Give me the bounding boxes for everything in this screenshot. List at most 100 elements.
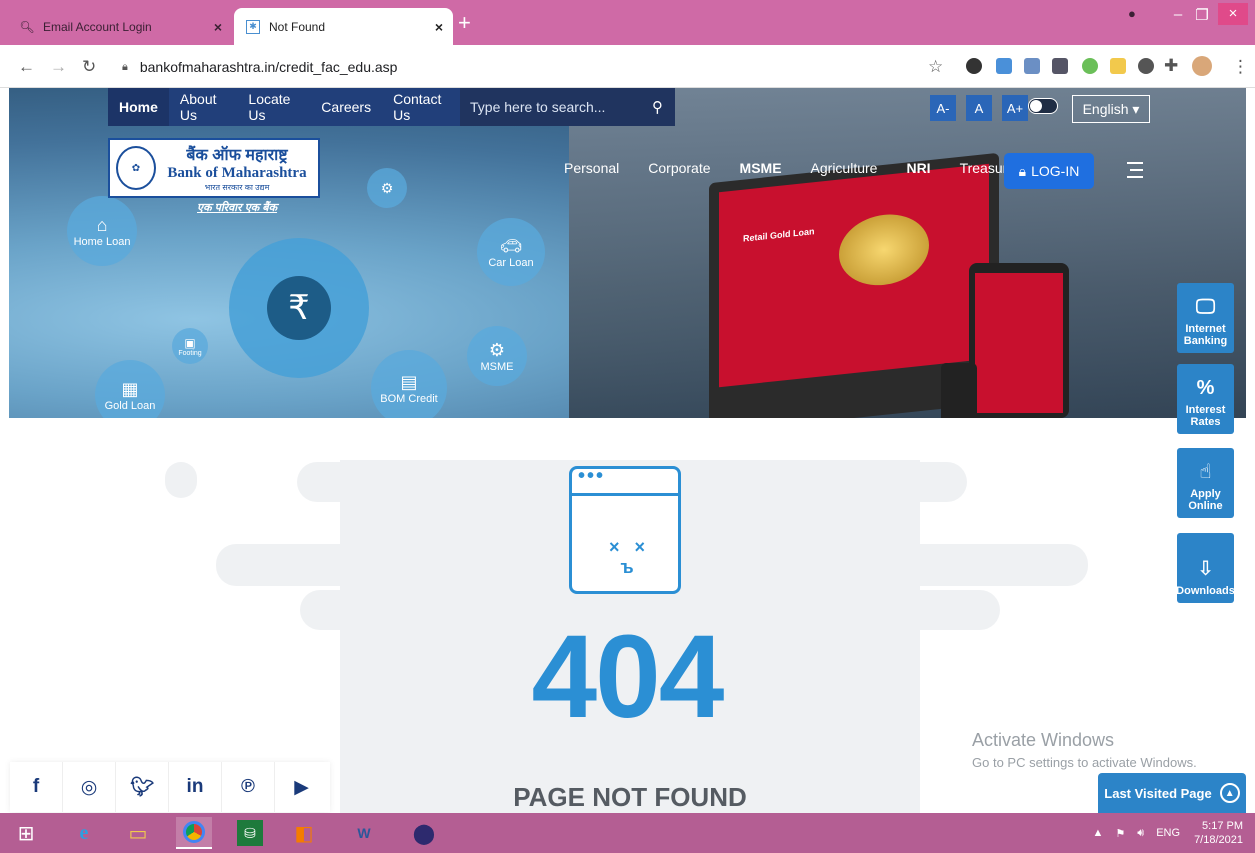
phone-illustration: [941, 363, 977, 418]
file-explorer-icon[interactable]: ▭: [120, 817, 156, 849]
address-bar: ← → ↻ 🔒︎ bankofmaharashtra.in/credit_fac…: [0, 45, 1255, 88]
clock[interactable]: 5:17 PM 7/18/2021: [1194, 819, 1243, 847]
minimize-icon[interactable]: –: [1170, 6, 1186, 23]
last-visited-button[interactable]: Last Visited Page ▲: [1098, 773, 1246, 813]
language-indicator[interactable]: ENG: [1156, 827, 1180, 839]
volume-icon[interactable]: 🔊︎: [1137, 827, 1144, 840]
contrast-toggle[interactable]: [1028, 98, 1058, 114]
language-select[interactable]: English ▾: [1072, 95, 1150, 123]
hero-node-msme[interactable]: ⚙ MSME: [467, 326, 527, 386]
extension-icon[interactable]: [1082, 58, 1098, 74]
tab-strip: 🔍︎ Email Account Login × ✱ Not Found × +…: [0, 0, 1255, 45]
lock-icon: 🔒︎: [1018, 162, 1027, 179]
store-icon[interactable]: ⛁: [237, 820, 263, 846]
menu-icon[interactable]: [1127, 162, 1143, 178]
bank-logo[interactable]: ✿ बैंक ऑफ महाराष्ट्र Bank of Maharashtra…: [108, 138, 320, 198]
nav-contact-us[interactable]: Contact Us: [382, 88, 460, 126]
logo-text: बैंक ऑफ महाराष्ट्र Bank of Maharashtra भ…: [167, 147, 307, 192]
facebook-icon[interactable]: f: [10, 762, 63, 812]
broken-browser-icon: ••• × × ъ: [569, 466, 681, 594]
forward-icon[interactable]: →: [50, 57, 67, 77]
extension-icon[interactable]: [1138, 58, 1154, 74]
font-decrease-button[interactable]: A-: [930, 95, 956, 121]
puzzle-icon[interactable]: ✚: [1164, 56, 1178, 76]
extension-icon[interactable]: [996, 58, 1012, 74]
top-nav: Home About Us Locate Us Careers Contact …: [108, 88, 460, 126]
page-icon: ✱: [246, 19, 260, 34]
pinterest-icon[interactable]: ℗: [222, 762, 275, 812]
star-icon[interactable]: ☆: [928, 57, 943, 77]
tab-not-found[interactable]: ✱ Not Found ×: [234, 8, 453, 45]
font-normal-button[interactable]: A: [966, 95, 992, 121]
close-icon[interactable]: ×: [435, 19, 443, 35]
clock-date: 7/18/2021: [1194, 834, 1243, 846]
tab-email-login[interactable]: 🔍︎ Email Account Login ×: [8, 8, 232, 45]
back-icon[interactable]: ←: [18, 57, 35, 77]
extension-check-icon[interactable]: [966, 58, 982, 74]
gear-icon: ⚙: [488, 339, 506, 360]
search-input[interactable]: Type here to search... ⚲: [460, 88, 675, 126]
hero-node-bom-credit[interactable]: ▤ BOM Credit: [371, 350, 447, 418]
url-text: bankofmaharashtra.in/credit_fac_edu.asp: [139, 59, 398, 75]
extension-icon[interactable]: [1024, 58, 1040, 74]
car-icon: 🚗︎: [499, 235, 523, 256]
font-increase-button[interactable]: A+: [1002, 95, 1028, 121]
chevron-up-icon[interactable]: ▲: [1093, 827, 1104, 839]
browser-dots-icon: •••: [572, 466, 678, 496]
nav-personal[interactable]: Personal: [564, 160, 619, 176]
rupee-icon: ₹: [267, 276, 331, 340]
instagram-icon[interactable]: ◎: [63, 762, 116, 812]
windows-start-icon[interactable]: ⊞: [8, 817, 44, 849]
card-icon: ▤: [400, 371, 418, 392]
close-window-icon[interactable]: ×: [1218, 3, 1248, 25]
gold-icon: ▦: [121, 378, 139, 399]
nav-careers[interactable]: Careers: [310, 88, 382, 126]
youtube-icon[interactable]: ▶: [275, 762, 328, 812]
avatar[interactable]: [1192, 56, 1212, 76]
nav-agriculture[interactable]: Agriculture: [811, 160, 878, 176]
hero-node-home-loan[interactable]: ⌂ Home Loan: [67, 196, 137, 266]
url-field[interactable]: 🔒︎ bankofmaharashtra.in/credit_fac_edu.a…: [108, 52, 958, 82]
extension-icon[interactable]: [1052, 58, 1068, 74]
hand-tap-icon: ☝: [1199, 461, 1212, 483]
background-cloud: [165, 462, 197, 498]
extension-icon[interactable]: [1110, 58, 1126, 74]
gold-bangle-image: [839, 210, 929, 290]
chrome-icon[interactable]: [176, 817, 212, 849]
login-button[interactable]: 🔒︎ LOG-IN: [1004, 153, 1094, 189]
flag-icon[interactable]: ⚑: [1115, 827, 1125, 840]
search-icon: 🔍︎: [19, 19, 35, 34]
hero-node-footing[interactable]: ▣ Footing: [172, 328, 208, 364]
side-link-interest-rates[interactable]: % Interest Rates: [1177, 364, 1234, 434]
nav-nri[interactable]: NRI: [906, 160, 930, 176]
eclipse-icon[interactable]: ⬤: [406, 817, 442, 849]
close-icon[interactable]: ×: [214, 19, 222, 35]
restore-icon[interactable]: ❐: [1194, 6, 1210, 24]
error-code: 404: [531, 611, 725, 743]
nav-about-us[interactable]: About Us: [169, 88, 238, 126]
word-icon[interactable]: W: [346, 817, 382, 849]
monitor-screen: Retail Gold Loan: [719, 163, 989, 388]
coin-icon: ⚙: [380, 179, 394, 196]
more-icon[interactable]: ⋮: [1232, 57, 1249, 77]
nav-home[interactable]: Home: [108, 88, 169, 126]
twitter-icon[interactable]: 🐦︎: [116, 762, 169, 812]
nav-corporate[interactable]: Corporate: [648, 160, 710, 176]
internet-explorer-icon[interactable]: e: [66, 817, 102, 849]
nav-msme[interactable]: MSME: [740, 160, 782, 176]
nav-locate-us[interactable]: Locate Us: [237, 88, 310, 126]
search-placeholder: Type here to search...: [470, 99, 606, 115]
hero-node-car-loan[interactable]: 🚗︎ Car Loan: [477, 218, 545, 286]
media-player-icon[interactable]: ◧: [286, 817, 322, 849]
search-icon[interactable]: ⚲: [652, 98, 663, 116]
rupee-hub: ₹: [229, 238, 369, 378]
side-link-internet-banking[interactable]: 🖵︎ Internet Banking: [1177, 283, 1234, 353]
linkedin-icon[interactable]: in: [169, 762, 222, 812]
side-link-apply-online[interactable]: ☝ Apply Online: [1177, 448, 1234, 518]
reload-icon[interactable]: ↻: [82, 57, 96, 77]
hero-node-gold-loan[interactable]: ▦ Gold Loan: [95, 360, 165, 418]
percent-icon: %: [1196, 377, 1215, 399]
profile-icon[interactable]: ●: [1128, 6, 1136, 21]
side-link-downloads[interactable]: ⇩ Downloads: [1176, 533, 1235, 603]
new-tab-button[interactable]: +: [458, 12, 471, 34]
